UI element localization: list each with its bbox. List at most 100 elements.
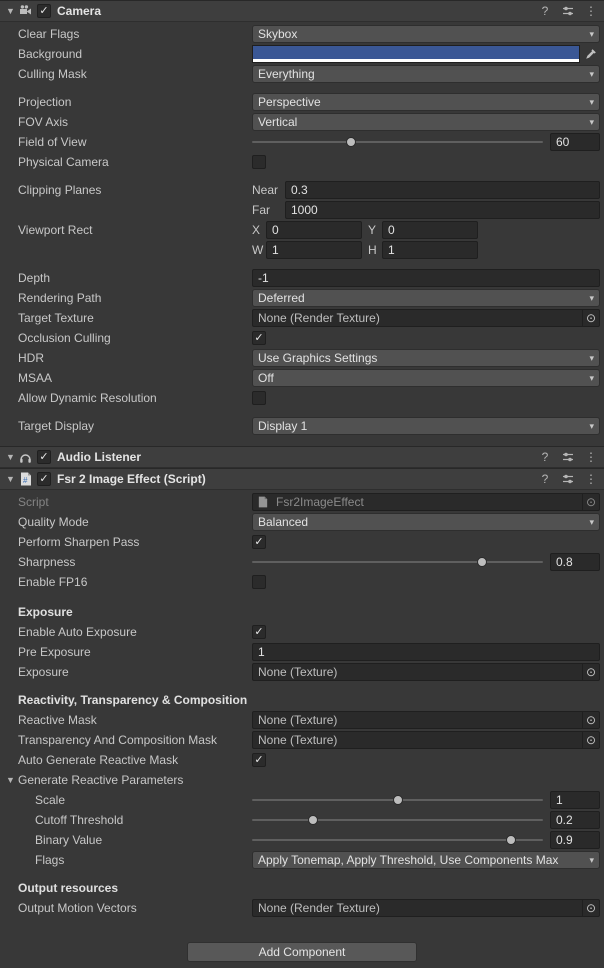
scale-slider[interactable] [252,791,543,809]
enable-auto-exposure-checkbox[interactable]: ✓ [252,625,266,639]
viewport-w-input[interactable]: 1 [266,241,362,259]
binary-value-slider[interactable] [252,831,543,849]
chevron-down-icon: ▾ [589,97,594,108]
transparency-mask-field[interactable]: None (Texture) ⊙ [252,731,600,749]
clear-flags-label: Clear Flags [18,27,252,41]
kebab-menu-icon[interactable]: ⋮ [584,4,598,18]
presets-icon[interactable] [561,451,575,463]
cutoff-threshold-input[interactable]: 0.2 [550,811,600,829]
row-flags: Flags Apply Tonemap, Apply Threshold, Us… [0,850,604,870]
row-hdr: HDR Use Graphics Settings ▾ [0,348,604,368]
row-rendering-path: Rendering Path Deferred ▾ [0,288,604,308]
target-texture-value: None (Render Texture) [253,311,582,325]
row-enable-fp16: Enable FP16 [0,572,604,592]
target-texture-field[interactable]: None (Render Texture) ⊙ [252,309,600,327]
help-icon[interactable]: ? [538,472,552,486]
object-picker-icon[interactable]: ⊙ [582,494,599,510]
kebab-menu-icon[interactable]: ⋮ [584,472,598,486]
foldout-icon[interactable]: ▼ [4,452,17,462]
foldout-icon[interactable]: ▼ [6,775,18,785]
binary-value-input[interactable]: 0.9 [550,831,600,849]
field-of-view-slider[interactable] [252,133,543,151]
row-output-motion-vectors: Output Motion Vectors None (Render Textu… [0,898,604,918]
culling-mask-dropdown[interactable]: Everything ▾ [252,65,600,83]
perform-sharpen-pass-checkbox[interactable]: ✓ [252,535,266,549]
enable-fp16-checkbox[interactable] [252,575,266,589]
object-picker-icon[interactable]: ⊙ [582,900,599,916]
viewport-x-input[interactable]: 0 [266,221,362,239]
auto-generate-reactive-mask-checkbox[interactable]: ✓ [252,753,266,767]
row-depth: Depth -1 [0,268,604,288]
audio-listener-component-header[interactable]: ▼ ✓ Audio Listener ? ⋮ [0,446,604,468]
rendering-path-dropdown[interactable]: Deferred ▾ [252,289,600,307]
projection-value: Perspective [258,95,585,109]
background-color-field[interactable] [252,45,600,63]
slider-handle[interactable] [346,137,356,147]
eyedropper-icon[interactable] [582,45,600,63]
script-field[interactable]: Fsr2ImageEffect ⊙ [252,493,600,511]
sharpness-input[interactable]: 0.8 [550,553,600,571]
scale-input[interactable]: 1 [550,791,600,809]
fsr2-enabled-checkbox[interactable]: ✓ [37,472,51,486]
projection-dropdown[interactable]: Perspective ▾ [252,93,600,111]
near-input[interactable]: 0.3 [285,181,600,199]
target-display-label: Target Display [18,419,252,433]
viewport-y-input[interactable]: 0 [382,221,478,239]
chevron-down-icon: ▾ [589,29,594,40]
slider-handle[interactable] [393,795,403,805]
object-picker-icon[interactable]: ⊙ [582,664,599,680]
audio-listener-header-buttons: ? ⋮ [538,450,598,464]
clear-flags-dropdown[interactable]: Skybox ▾ [252,25,600,43]
reactive-mask-field[interactable]: None (Texture) ⊙ [252,711,600,729]
fsr2-component-header[interactable]: ▼ # ✓ Fsr 2 Image Effect (Script) ? ⋮ [0,468,604,490]
occlusion-culling-checkbox[interactable]: ✓ [252,331,266,345]
transparency-mask-label: Transparency And Composition Mask [18,733,252,747]
slider-track [252,819,543,821]
output-motion-vectors-field[interactable]: None (Render Texture) ⊙ [252,899,600,917]
object-picker-icon[interactable]: ⊙ [582,310,599,326]
sharpness-slider[interactable] [252,553,543,571]
cutoff-threshold-slider[interactable] [252,811,543,829]
object-picker-icon[interactable]: ⊙ [582,712,599,728]
presets-icon[interactable] [561,473,575,485]
audio-listener-enabled-checkbox[interactable]: ✓ [37,450,51,464]
far-input[interactable]: 1000 [285,201,600,219]
add-component-button[interactable]: Add Component [187,942,417,962]
slider-handle[interactable] [308,815,318,825]
physical-camera-checkbox[interactable] [252,155,266,169]
foldout-icon[interactable]: ▼ [4,6,17,16]
color-swatch[interactable] [252,45,580,63]
foldout-icon[interactable]: ▼ [4,474,17,484]
occlusion-culling-label: Occlusion Culling [18,331,252,345]
quality-mode-label: Quality Mode [18,515,252,529]
exposure-field[interactable]: None (Texture) ⊙ [252,663,600,681]
field-of-view-input[interactable]: 60 [550,133,600,151]
viewport-x-label: X [252,223,266,237]
slider-handle[interactable] [506,835,516,845]
depth-label: Depth [18,271,252,285]
chevron-down-icon: ▾ [589,373,594,384]
flags-dropdown[interactable]: Apply Tonemap, Apply Threshold, Use Comp… [252,851,600,869]
allow-dynamic-resolution-checkbox[interactable] [252,391,266,405]
msaa-dropdown[interactable]: Off ▾ [252,369,600,387]
hdr-dropdown[interactable]: Use Graphics Settings ▾ [252,349,600,367]
viewport-w-label: W [252,243,266,257]
field-of-view-label: Field of View [18,135,252,149]
fov-axis-dropdown[interactable]: Vertical ▾ [252,113,600,131]
presets-icon[interactable] [561,5,575,17]
camera-enabled-checkbox[interactable]: ✓ [37,4,51,18]
viewport-h-input[interactable]: 1 [382,241,478,259]
object-picker-icon[interactable]: ⊙ [582,732,599,748]
pre-exposure-input[interactable]: 1 [252,643,600,661]
slider-handle[interactable] [477,557,487,567]
help-icon[interactable]: ? [538,4,552,18]
physical-camera-label: Physical Camera [18,155,252,169]
quality-mode-dropdown[interactable]: Balanced ▾ [252,513,600,531]
depth-input[interactable]: -1 [252,269,600,287]
help-icon[interactable]: ? [538,450,552,464]
viewport-y-label: Y [368,223,382,237]
target-display-dropdown[interactable]: Display 1 ▾ [252,417,600,435]
camera-component-header[interactable]: ▼ ✓ Camera ? ⋮ [0,0,604,22]
row-generate-reactive-parameters[interactable]: ▼ Generate Reactive Parameters [0,770,604,790]
kebab-menu-icon[interactable]: ⋮ [584,450,598,464]
